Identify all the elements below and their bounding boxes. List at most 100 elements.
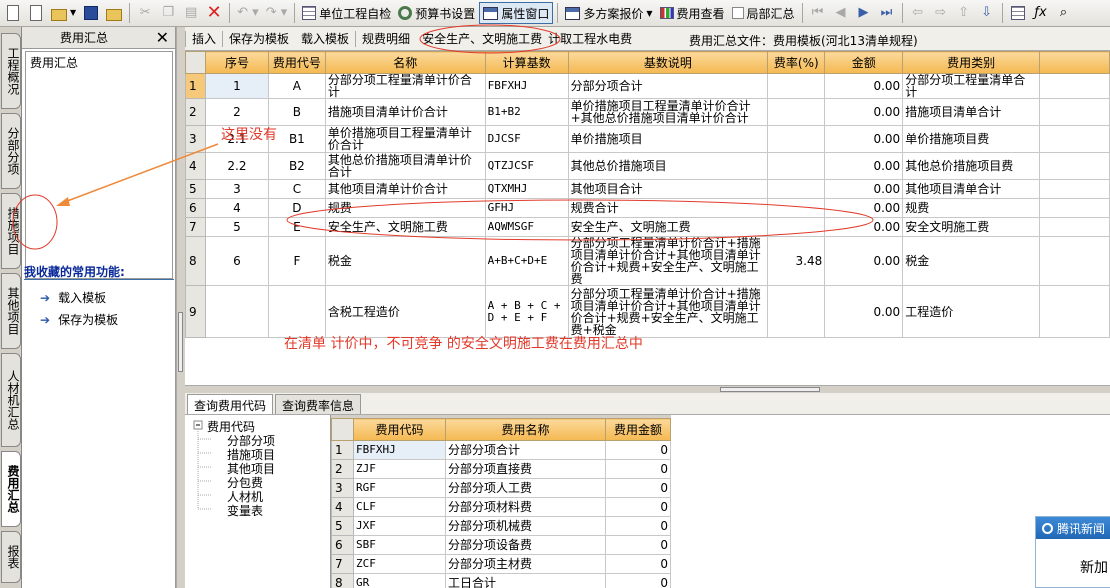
cell-category[interactable]: 单价措施项目费	[902, 125, 1041, 153]
self-check-button[interactable]: 单位工程自检	[299, 2, 394, 24]
table-row[interactable]: 5 3 C 其他项目清单计价合计 QTXMHJ 其他项目合计 0.00 其他项目清单合计	[185, 179, 1110, 199]
table-row[interactable]: 7 ZCF 分部分项主材费 0	[331, 554, 671, 574]
cell-category[interactable]: 措施项目清单合计	[902, 98, 1041, 126]
news-popup[interactable]: 腾讯新闻 新加	[1035, 516, 1110, 588]
formula-button[interactable]: ƒx	[1030, 2, 1052, 24]
multi-scheme-button[interactable]: 多方案报价 ▼	[562, 2, 655, 24]
cell-base-desc[interactable]: 单价措施项目	[567, 125, 769, 153]
cell-fee-amount[interactable]: 0	[605, 497, 671, 517]
cell-base[interactable]: A+B+C+D+E	[484, 236, 569, 286]
header-name[interactable]: 名称	[324, 51, 486, 74]
tab-materials-summary[interactable]: 人材机汇总	[1, 353, 21, 447]
insert-button[interactable]: 插入	[186, 29, 222, 49]
cell-base-desc[interactable]: 分部分项工程量清单计价合计+措施项目清单计价合计+其他项目清单计价合计+规费+安…	[567, 285, 769, 338]
cell-base-desc[interactable]: 规费合计	[567, 198, 769, 218]
cell-base[interactable]: A + B + C + D + E + F	[484, 285, 569, 338]
code-header-code[interactable]: 费用代码	[353, 418, 446, 441]
tab-cost-summary[interactable]: 费用汇总	[1, 451, 21, 527]
cell-rate[interactable]	[767, 285, 826, 338]
cell-fee-code[interactable]: CLF	[353, 497, 446, 517]
cell-fee-amount[interactable]: 0	[605, 440, 671, 460]
fee-detail-button[interactable]: 规费明细	[356, 29, 416, 49]
vertical-splitter[interactable]	[176, 27, 184, 588]
cell-fee-amount[interactable]: 0	[605, 459, 671, 479]
cell-seq[interactable]	[204, 285, 269, 338]
cell-fee-name[interactable]: 分部分项机械费	[445, 516, 606, 536]
cell-base-desc[interactable]: 其他项目合计	[567, 179, 769, 199]
cell-category[interactable]: 其他总价措施项目费	[902, 152, 1041, 180]
cell-amount[interactable]: 0.00	[824, 198, 904, 218]
prev-button[interactable]: ◀	[830, 2, 852, 24]
table-row[interactable]: 5 JXF 分部分项机械费 0	[331, 516, 671, 536]
header-code[interactable]: 费用代号	[267, 51, 326, 74]
cell-rate[interactable]	[767, 217, 826, 237]
redo-button[interactable]: ↷ ▾	[263, 2, 291, 24]
tab-reports[interactable]: 报表	[1, 531, 21, 583]
cost-view-button[interactable]: 费用查看	[657, 2, 728, 24]
table-row[interactable]: 1 FBFXHJ 分部分项合计 0	[331, 440, 671, 460]
partial-summary-toggle[interactable]: 局部汇总	[729, 2, 798, 24]
cell-name[interactable]: 税金	[324, 236, 486, 286]
cell-fee-code[interactable]: ZJF	[353, 459, 446, 479]
cell-fee-code[interactable]: ZCF	[353, 554, 446, 574]
cell-fee-name[interactable]: 分部分项设备费	[445, 535, 606, 555]
safety-civil-fee-button[interactable]: 安全生产、文明施工费	[416, 29, 548, 49]
cell-fee-name[interactable]: 工日合计	[445, 573, 606, 588]
tree-item-cost-summary[interactable]: 费用汇总	[30, 54, 168, 71]
budget-settings-button[interactable]: 预算书设置	[395, 2, 478, 24]
splitter-grip[interactable]	[720, 387, 820, 392]
cell-fee-name[interactable]: 分部分项材料费	[445, 497, 606, 517]
cell-base-desc[interactable]: 单价措施项目工程量清单计价合计+其他总价措施项目清单计价合计	[567, 98, 769, 126]
horizontal-splitter[interactable]	[185, 385, 1110, 393]
cell-category[interactable]: 规费	[902, 198, 1041, 218]
tab-other-items[interactable]: 其他项目	[1, 273, 21, 349]
cell-base-desc[interactable]: 分部分项工程量清单计价合计+措施项目清单计价合计+其他项目清单计价合计+规费+安…	[567, 236, 769, 286]
fav-save-template[interactable]: ➔ 保存为模板	[40, 311, 118, 328]
cell-rate[interactable]	[767, 198, 826, 218]
cell-name[interactable]: 安全生产、文明施工费	[324, 217, 486, 237]
cell-name[interactable]: 措施项目清单计价合计	[324, 98, 486, 126]
cell-seq[interactable]: 1	[204, 73, 269, 99]
cell-base[interactable]: B1+B2	[484, 98, 569, 126]
cell-code[interactable]: F	[267, 236, 326, 286]
cell-name[interactable]: 含税工程造价	[324, 285, 486, 338]
cell-amount[interactable]: 0.00	[824, 285, 904, 338]
open-button[interactable]: ▼	[48, 2, 79, 24]
cell-category[interactable]: 税金	[902, 236, 1041, 286]
cell-seq[interactable]: 6	[204, 236, 269, 286]
cell-fee-code[interactable]: FBFXHJ	[353, 440, 446, 460]
cell-category[interactable]: 分部分项工程量清单合计	[902, 73, 1041, 99]
cell-fee-amount[interactable]: 0	[605, 478, 671, 498]
cell-rate[interactable]	[767, 73, 826, 99]
cell-name[interactable]: 规费	[324, 198, 486, 218]
table-row[interactable]: 7 5 E 安全生产、文明施工费 AQWMSGF 安全生产、文明施工费 0.00 安全文明施工…	[185, 217, 1110, 237]
cell-name[interactable]: 分部分项工程量清单计价合计	[324, 73, 486, 99]
cell-base[interactable]: FBFXHJ	[484, 73, 569, 99]
cell-amount[interactable]: 0.00	[824, 179, 904, 199]
close-icon[interactable]: ✕	[156, 28, 169, 47]
cell-fee-amount[interactable]: 0	[605, 554, 671, 574]
move-down-button[interactable]: ⇩	[976, 2, 998, 24]
undo-button[interactable]: ↶ ▾	[234, 2, 262, 24]
cell-seq[interactable]: 2.2	[204, 152, 269, 180]
cell-base[interactable]: DJCSF	[484, 125, 569, 153]
tab-query-fee-code[interactable]: 查询费用代码	[187, 394, 274, 414]
new-file-button[interactable]	[2, 2, 24, 24]
cell-base-desc[interactable]: 其他总价措施项目	[567, 152, 769, 180]
save-as-button[interactable]	[103, 2, 125, 24]
save-button[interactable]	[80, 2, 102, 24]
tab-measures[interactable]: 措施项目	[1, 193, 21, 269]
tree-item-variables[interactable]: 变量表	[227, 502, 263, 519]
table-row[interactable]: 4 CLF 分部分项材料费 0	[331, 497, 671, 517]
header-rate[interactable]: 费率(%)	[767, 51, 826, 74]
table-row[interactable]: 2 ZJF 分部分项直接费 0	[331, 459, 671, 479]
table-row[interactable]: 8 GR 工日合计 0	[331, 573, 671, 588]
code-header-amount[interactable]: 费用金额	[605, 418, 671, 441]
cell-seq[interactable]: 5	[204, 217, 269, 237]
cell-amount[interactable]: 0.00	[824, 125, 904, 153]
cell-fee-code[interactable]: SBF	[353, 535, 446, 555]
cell-category[interactable]: 工程造价	[902, 285, 1041, 338]
cell-name[interactable]: 单价措施项目工程量清单计价合计	[324, 125, 486, 153]
cell-code[interactable]	[267, 285, 326, 338]
utility-fee-button[interactable]: 计取工程水电费	[548, 29, 638, 49]
